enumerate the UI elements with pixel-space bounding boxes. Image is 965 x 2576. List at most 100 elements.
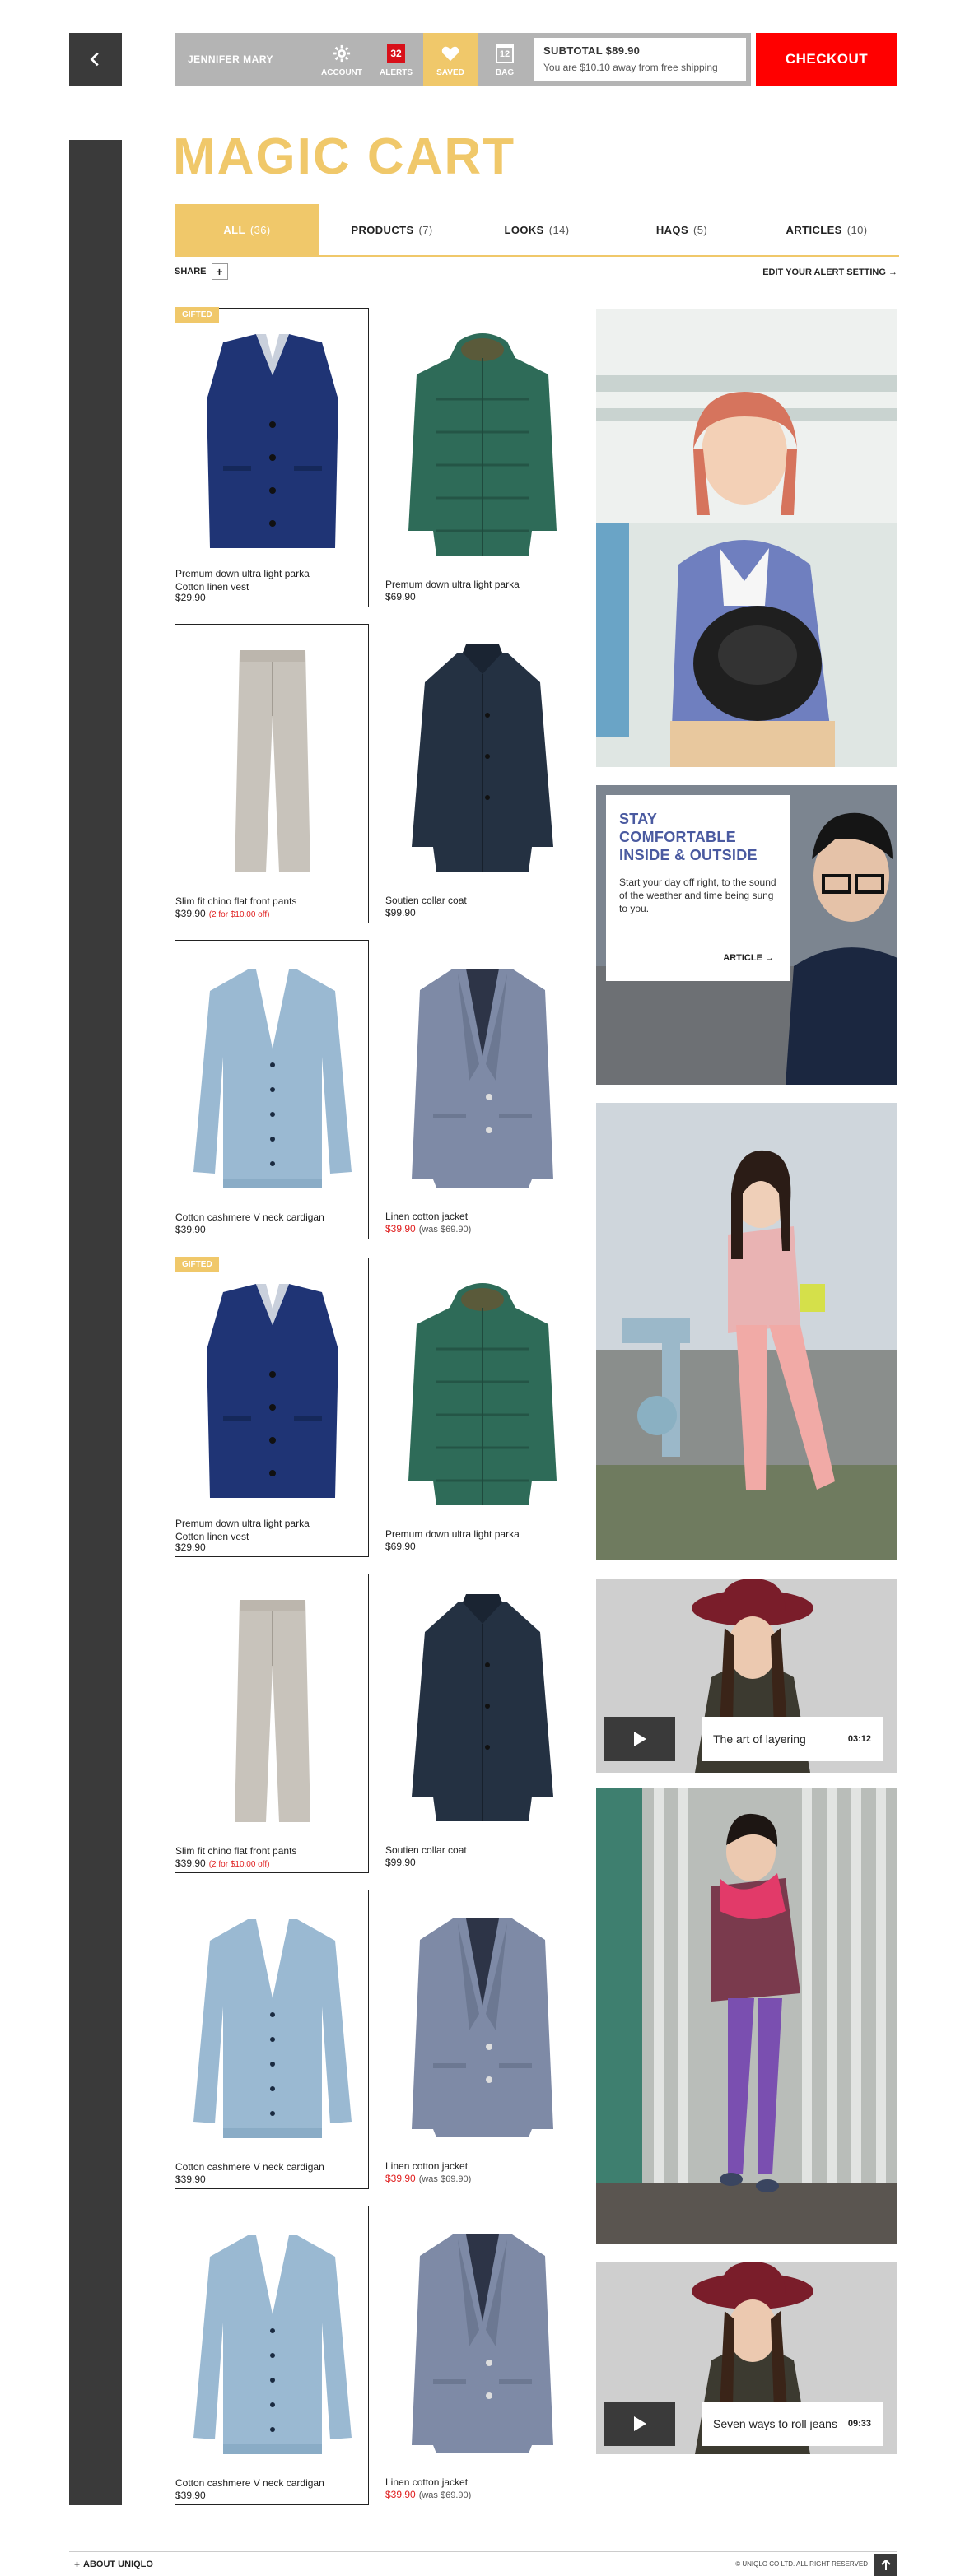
copyright: © UNIQLO CO LTD. ALL RIGHT RESERVED <box>735 2560 868 2568</box>
tab-count: (10) <box>846 223 868 236</box>
cardigan-image <box>175 1904 370 2151</box>
article-box: STAY COMFORTABLE INSIDE & OUTSIDE Start … <box>606 795 790 981</box>
product-price: $29.90 <box>175 1541 206 1553</box>
article-link[interactable]: ARTICLE → <box>723 953 774 963</box>
checkout-button[interactable]: CHECKOUT <box>756 33 897 86</box>
product-card[interactable]: Slim fit chino flat front pants $39.90 (2 … <box>175 1574 369 1873</box>
product-name: Linen cotton jacket <box>385 2476 469 2488</box>
price-value: $39.90 <box>385 2489 416 2500</box>
product-name: Premum down ultra light parka <box>385 579 520 590</box>
product-price: $39.90 (was $69.90) <box>385 2489 471 2500</box>
price-note: (2 for $10.00 off) <box>208 910 270 919</box>
video-card[interactable]: The art of layering 03:12 <box>596 1579 897 1773</box>
tab-looks[interactable]: LOOKS (14) <box>464 204 609 255</box>
product-price: $39.90 (was $69.90) <box>385 2173 471 2184</box>
cardigan-image <box>175 954 370 1201</box>
side-panel[interactable] <box>69 140 122 2505</box>
tab-all[interactable]: ALL (36) <box>175 204 319 255</box>
alert-setting-label: EDIT YOUR ALERT SETTING <box>762 267 886 277</box>
jacket-image <box>385 1903 580 2150</box>
tab-products[interactable]: PRODUCTS (7) <box>319 204 464 255</box>
was-price: (was $69.90) <box>418 1225 472 1235</box>
product-name: Premum down ultra light parka <box>385 1528 520 1540</box>
tab-count: (7) <box>418 223 433 236</box>
look-photo[interactable] <box>596 1788 897 2244</box>
product-card[interactable]: Soutien collar coat $99.90 <box>385 624 580 923</box>
product-card[interactable]: Cotton cashmere V neck cardigan $39.90 <box>175 1890 369 2189</box>
product-name: Soutien collar coat <box>385 895 467 906</box>
back-to-top-button[interactable] <box>874 2554 897 2576</box>
product-card[interactable]: Slim fit chino flat front pants $39.90 (2 … <box>175 624 369 923</box>
coat-image <box>385 637 580 884</box>
user-name[interactable]: JENNIFER MARY <box>175 33 315 86</box>
product-price: $29.90 <box>175 592 206 603</box>
product-price: $39.90 <box>175 2174 206 2185</box>
look-photo[interactable] <box>596 1103 897 1560</box>
vest-image <box>175 322 370 569</box>
video-duration: 09:33 <box>847 2419 871 2429</box>
subtotal-box: SUBTOTAL $89.90 You are $10.10 away from… <box>532 36 748 82</box>
account-button[interactable]: ACCOUNT <box>315 33 369 86</box>
gear-icon <box>333 42 351 65</box>
product-card[interactable]: Cotton cashmere V neck cardigan $39.90 <box>175 2206 369 2505</box>
product-name: Premum down ultra light parka Cotton lin… <box>175 568 310 593</box>
price-value: $39.90 <box>175 1224 206 1235</box>
video-label: The art of layering 03:12 <box>702 1717 883 1761</box>
video-card[interactable]: Seven ways to roll jeans 09:33 <box>596 2262 897 2454</box>
product-card[interactable]: Cotton cashmere V neck cardigan $39.90 <box>175 940 369 1239</box>
video-title: Seven ways to roll jeans <box>713 2417 837 2430</box>
product-name: Cotton cashmere V neck cardigan <box>175 1211 324 1223</box>
video-duration: 03:12 <box>847 1734 871 1744</box>
plus-icon: + <box>211 263 228 280</box>
product-name: Linen cotton jacket <box>385 2160 469 2172</box>
price-value: $69.90 <box>385 591 416 602</box>
pants-image <box>175 1588 370 1834</box>
product-card[interactable]: Linen cotton jacket $39.90 (was $69.90) <box>385 940 580 1239</box>
product-card[interactable]: GIFTED Premum down ultra light parka Cott… <box>175 307 370 607</box>
tab-label: PRODUCTS <box>351 223 414 236</box>
share-button[interactable]: SHARE + <box>175 263 228 280</box>
play-button[interactable] <box>604 2402 675 2446</box>
product-card[interactable]: GIFTED Premum down ultra light parka Cott… <box>175 1257 369 1557</box>
gifted-badge: GIFTED <box>175 307 219 323</box>
price-value: $29.90 <box>175 592 206 603</box>
tab-count: (36) <box>249 223 271 236</box>
price-note: (2 for $10.00 off) <box>208 1860 270 1869</box>
about-link[interactable]: ABOUT UNIQLO <box>83 2560 153 2569</box>
tab-label: LOOKS <box>504 223 544 236</box>
play-button[interactable] <box>604 1717 675 1761</box>
product-card[interactable]: Premum down ultra light parka $69.90 <box>385 308 580 607</box>
product-price: $39.90 (2 for $10.00 off) <box>175 908 269 919</box>
price-value: $99.90 <box>385 1857 416 1868</box>
jacket-image <box>385 2219 580 2466</box>
product-card[interactable]: Soutien collar coat $99.90 <box>385 1574 580 1873</box>
bag-button[interactable]: 12 BAG <box>478 33 532 86</box>
cardigan-image <box>175 2220 370 2467</box>
product-card[interactable]: Linen cotton jacket $39.90 (was $69.90) <box>385 1890 580 2189</box>
article-card[interactable]: STAY COMFORTABLE INSIDE & OUTSIDE Start … <box>596 785 897 1085</box>
product-price: $99.90 <box>385 907 416 918</box>
product-name: Cotton cashmere V neck cardigan <box>175 2161 324 2173</box>
product-price: $69.90 <box>385 591 416 602</box>
alerts-label: ALERTS <box>380 67 413 77</box>
article-link-label: ARTICLE <box>723 953 762 963</box>
page-title: MAGIC CART <box>173 128 516 185</box>
saved-button[interactable]: SAVED <box>423 33 478 86</box>
tab-articles[interactable]: ARTICLES (10) <box>754 204 899 255</box>
product-price: $69.90 <box>385 1541 416 1552</box>
article-heading: STAY COMFORTABLE INSIDE & OUTSIDE <box>619 811 758 863</box>
parka-image <box>385 1271 580 1518</box>
alerts-button[interactable]: 32 ALERTS <box>369 33 423 86</box>
price-value: $39.90 <box>385 2173 416 2184</box>
product-card[interactable]: Premum down ultra light parka $69.90 <box>385 1258 580 1557</box>
pants-image <box>175 638 370 885</box>
back-button[interactable] <box>69 33 122 86</box>
bag-label: BAG <box>495 67 515 77</box>
product-name: Slim fit chino flat front pants <box>175 1845 297 1857</box>
look-photo[interactable] <box>596 309 897 767</box>
product-price: $99.90 <box>385 1857 416 1868</box>
footer: + ABOUT UNIQLO © UNIQLO CO LTD. ALL RIGH… <box>69 2551 897 2576</box>
edit-alert-setting-link[interactable]: EDIT YOUR ALERT SETTING → <box>733 267 897 277</box>
product-card[interactable]: Linen cotton jacket $39.90 (was $69.90) <box>385 2206 580 2505</box>
tab-haqs[interactable]: HAQS (5) <box>609 204 754 255</box>
